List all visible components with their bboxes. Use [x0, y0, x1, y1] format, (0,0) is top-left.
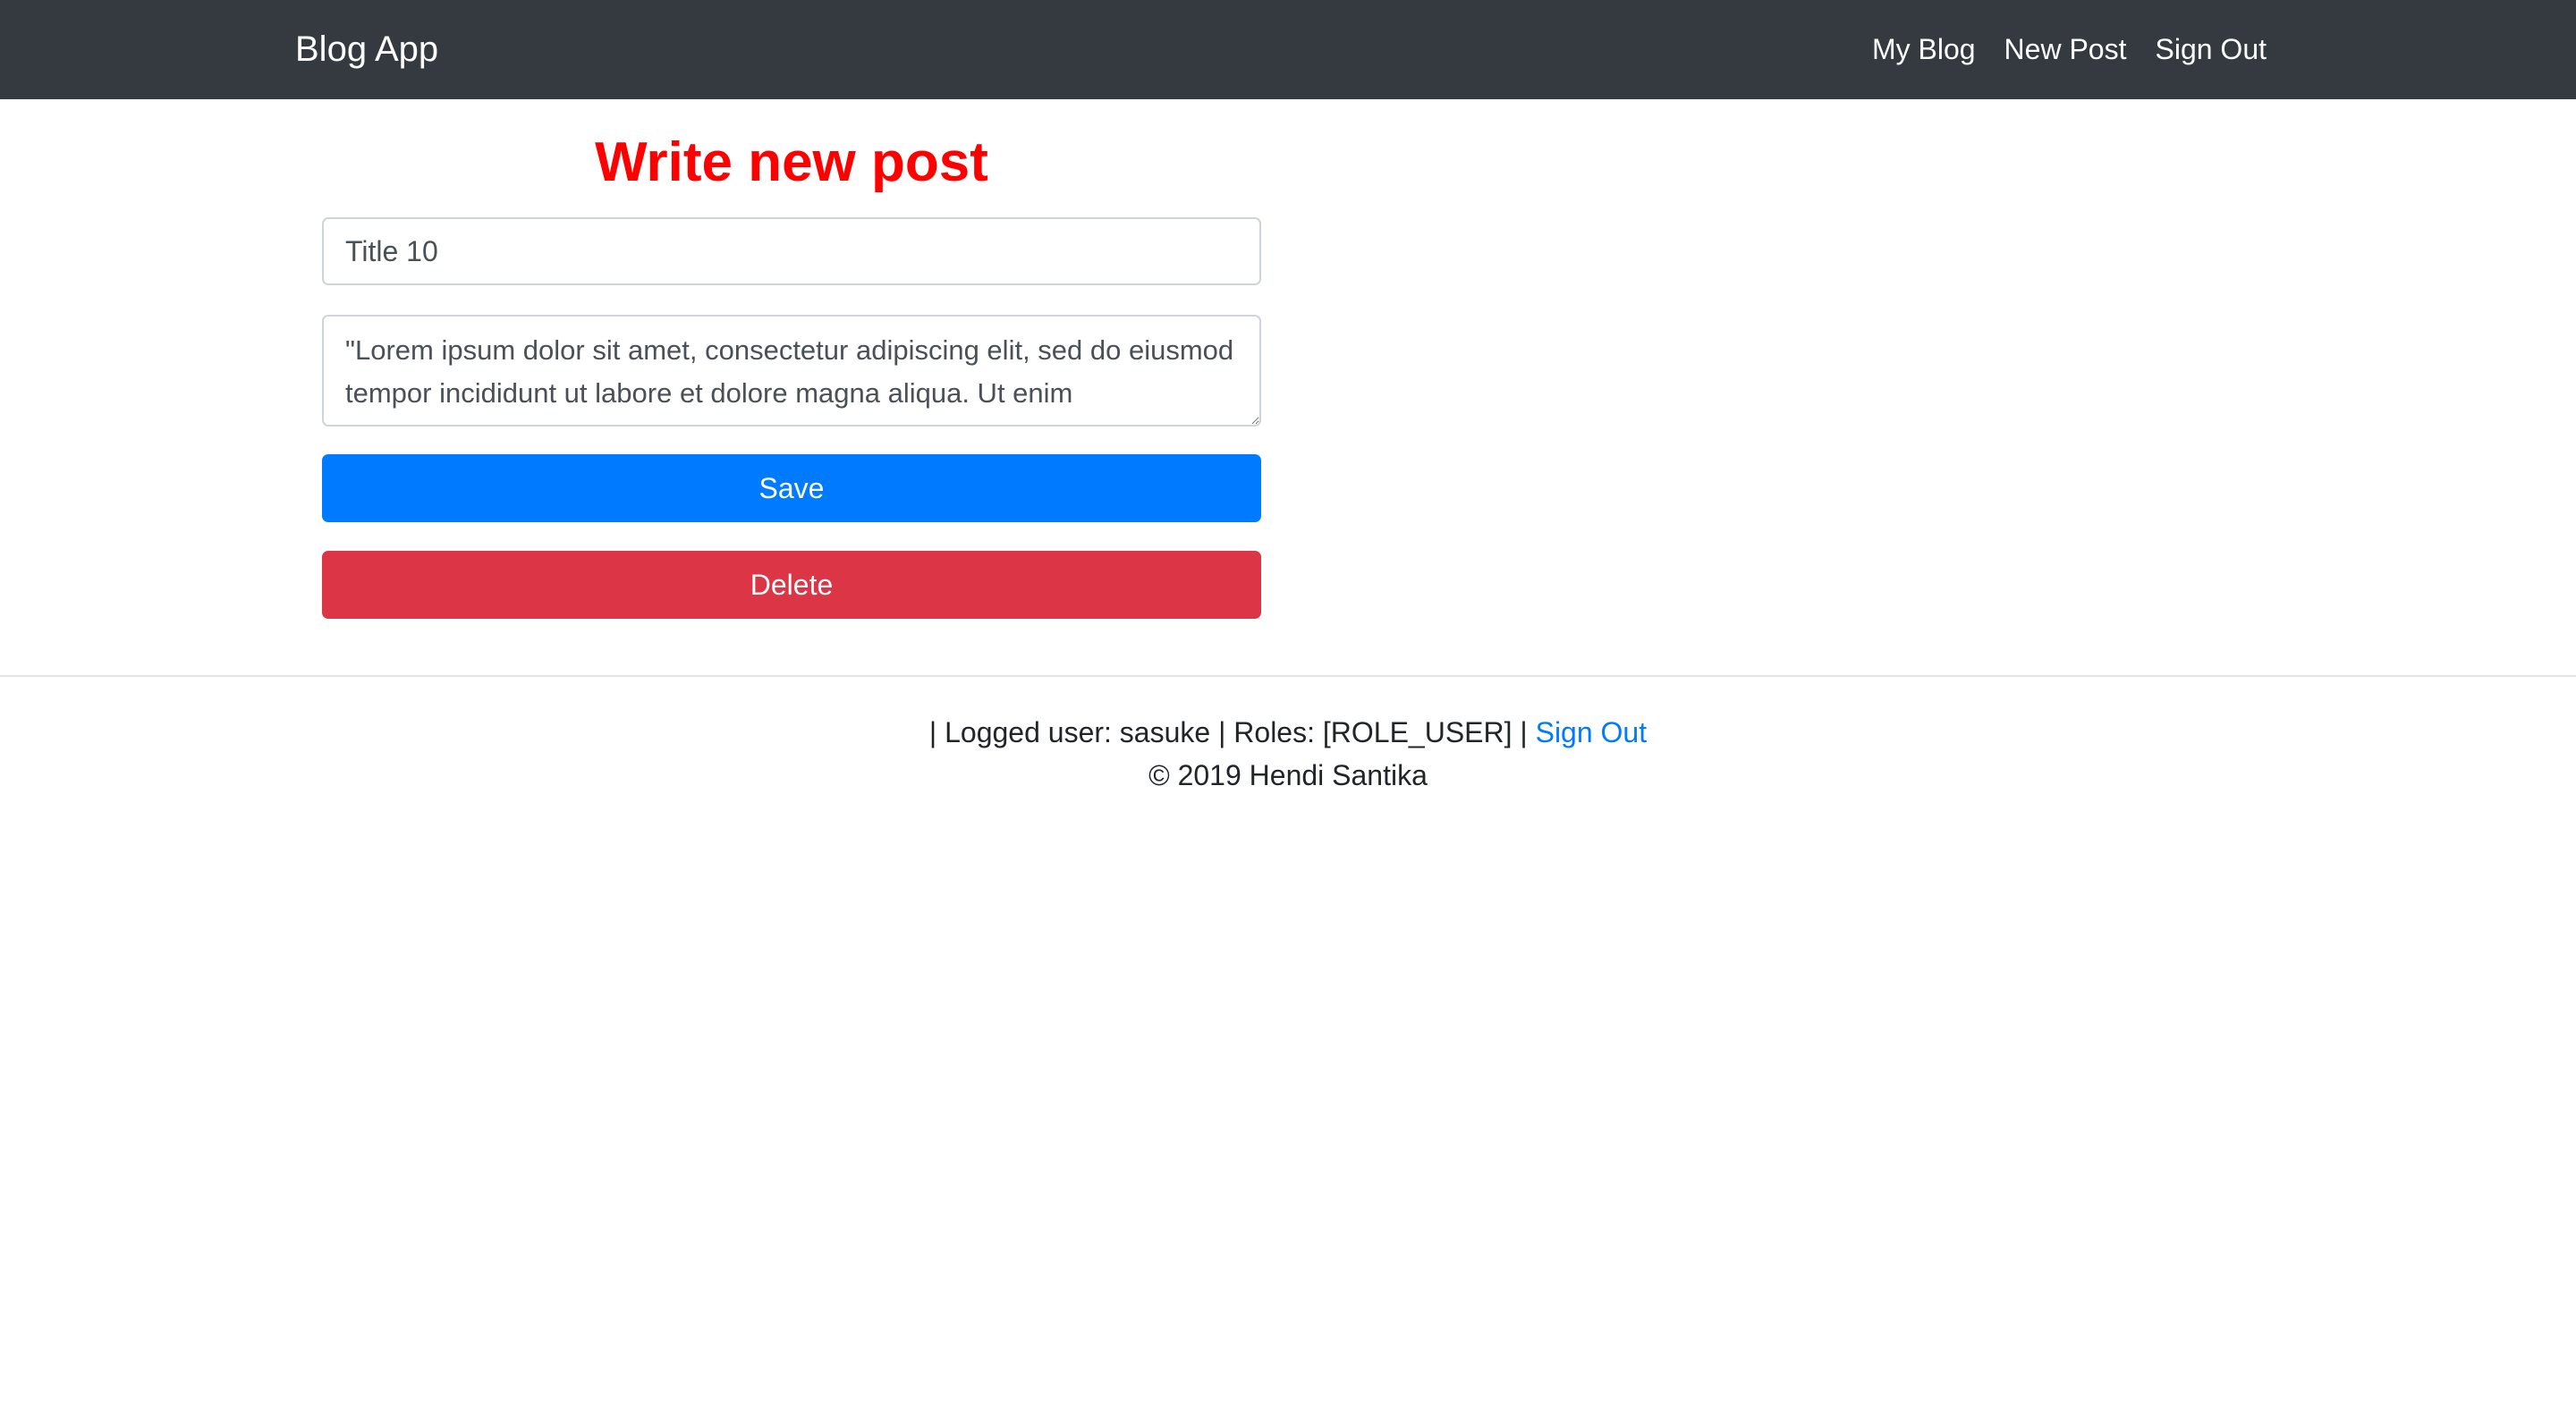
footer-roles: [ROLE_USER]: [1322, 716, 1513, 748]
save-button[interactable]: Save: [322, 454, 1261, 522]
footer-sign-out-link[interactable]: Sign Out: [1536, 716, 1648, 748]
nav-link-sign-out[interactable]: Sign Out: [2155, 33, 2267, 66]
top-navbar: Blog App My Blog New Post Sign Out: [0, 0, 2576, 99]
nav-link-new-post[interactable]: New Post: [2004, 33, 2127, 66]
page-footer: | Logged user: sasuke | Roles: [ROLE_USE…: [0, 675, 2576, 797]
footer-separator: |: [1512, 716, 1536, 748]
title-input[interactable]: [322, 217, 1261, 285]
page-title: Write new post: [595, 131, 988, 193]
nav-link-my-blog[interactable]: My Blog: [1872, 33, 1976, 66]
footer-user-prefix: | Logged user:: [928, 716, 1120, 748]
body-textarea[interactable]: "Lorem ipsum dolor sit amet, consectetur…: [322, 315, 1261, 427]
footer-username: sasuke: [1119, 716, 1211, 748]
footer-roles-prefix: | Roles:: [1210, 716, 1323, 748]
nav-links: My Blog New Post Sign Out: [1872, 0, 2267, 99]
brand-link[interactable]: Blog App: [295, 0, 438, 99]
delete-button[interactable]: Delete: [322, 551, 1261, 619]
footer-user-info: | Logged user: sasuke | Roles: [ROLE_USE…: [0, 711, 2576, 754]
footer-copyright: © 2019 Hendi Santika: [1148, 759, 1428, 791]
